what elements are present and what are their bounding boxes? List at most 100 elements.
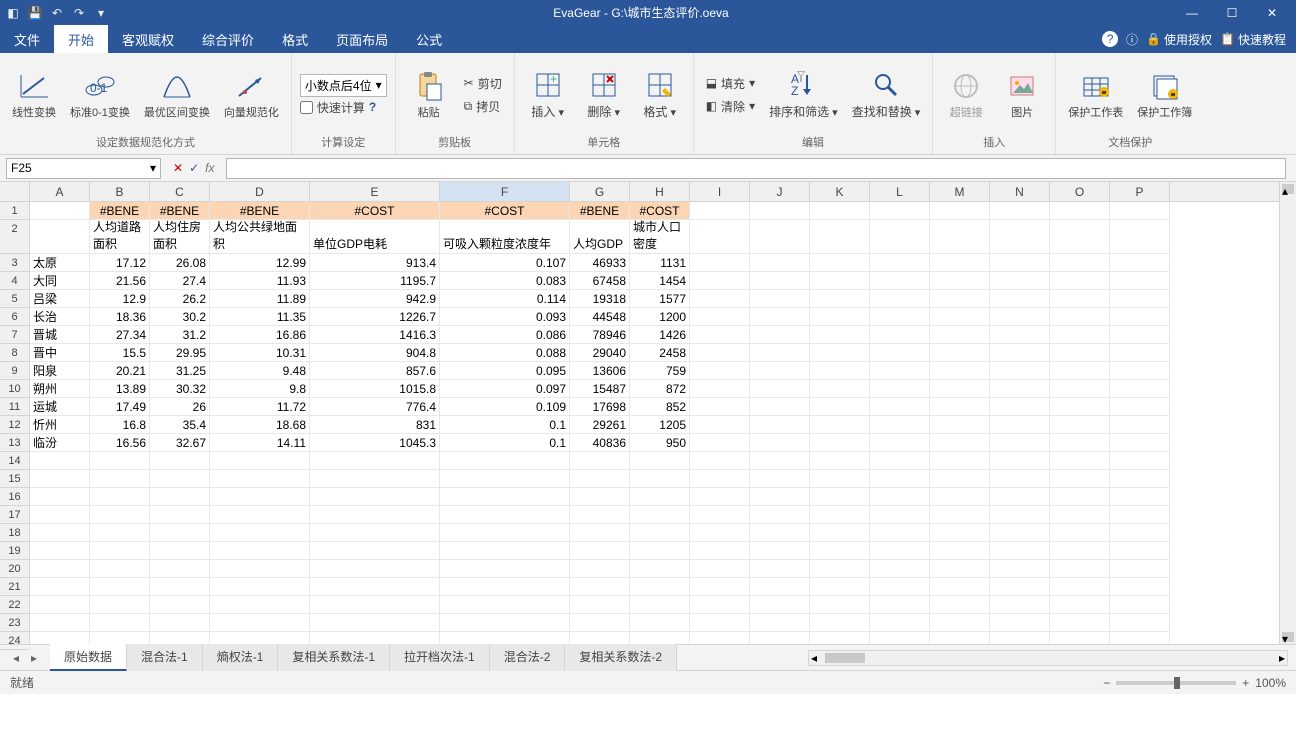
cell[interactable]: 晋中: [30, 344, 90, 362]
cell[interactable]: [690, 506, 750, 524]
cell[interactable]: [930, 344, 990, 362]
cell[interactable]: [90, 488, 150, 506]
cell[interactable]: 1226.7: [310, 308, 440, 326]
cell[interactable]: [750, 434, 810, 452]
cell[interactable]: [30, 614, 90, 632]
accept-formula-icon[interactable]: ✓: [189, 161, 199, 175]
row-header-3[interactable]: 3: [0, 254, 29, 272]
cell[interactable]: [210, 578, 310, 596]
cell[interactable]: [870, 524, 930, 542]
cell[interactable]: [870, 344, 930, 362]
cell[interactable]: [870, 362, 930, 380]
cell[interactable]: [690, 416, 750, 434]
row-header-1[interactable]: 1: [0, 202, 29, 220]
cell[interactable]: [870, 614, 930, 632]
cell[interactable]: [990, 578, 1050, 596]
cell[interactable]: [570, 560, 630, 578]
row-header-6[interactable]: 6: [0, 308, 29, 326]
cell[interactable]: [30, 578, 90, 596]
cell[interactable]: 29.95: [150, 344, 210, 362]
zoom-control[interactable]: − + 100%: [1103, 676, 1286, 690]
row-header-20[interactable]: 20: [0, 560, 29, 578]
cell[interactable]: [750, 560, 810, 578]
cell[interactable]: 人均道路面积: [90, 220, 150, 254]
row-header-19[interactable]: 19: [0, 542, 29, 560]
cell[interactable]: [210, 488, 310, 506]
cell[interactable]: [930, 362, 990, 380]
cell[interactable]: [750, 202, 810, 220]
cell[interactable]: [440, 488, 570, 506]
cell[interactable]: 0.097: [440, 380, 570, 398]
cell[interactable]: [570, 632, 630, 644]
cell[interactable]: [750, 254, 810, 272]
row-header-4[interactable]: 4: [0, 272, 29, 290]
cell[interactable]: [1050, 488, 1110, 506]
vector-normalize-button[interactable]: 向量规范化: [220, 68, 283, 122]
row-header-13[interactable]: 13: [0, 434, 29, 452]
cell[interactable]: [90, 542, 150, 560]
cell[interactable]: [440, 578, 570, 596]
cell[interactable]: [990, 272, 1050, 290]
cell[interactable]: 904.8: [310, 344, 440, 362]
row-header-17[interactable]: 17: [0, 506, 29, 524]
cell[interactable]: [810, 380, 870, 398]
cell[interactable]: [440, 632, 570, 644]
cell[interactable]: [810, 326, 870, 344]
cell[interactable]: 35.4: [150, 416, 210, 434]
cell[interactable]: 0.086: [440, 326, 570, 344]
cell[interactable]: 城市人口密度: [630, 220, 690, 254]
col-header-B[interactable]: B: [90, 182, 150, 201]
cell[interactable]: [150, 470, 210, 488]
cell[interactable]: [870, 254, 930, 272]
cell[interactable]: 27.34: [90, 326, 150, 344]
cell[interactable]: 16.8: [90, 416, 150, 434]
cell[interactable]: [990, 202, 1050, 220]
col-header-O[interactable]: O: [1050, 182, 1110, 201]
sheet-tab-6[interactable]: 复相关系数法-2: [565, 644, 677, 671]
col-header-I[interactable]: I: [690, 182, 750, 201]
cell[interactable]: 17698: [570, 398, 630, 416]
cell[interactable]: [750, 488, 810, 506]
optimal-interval-button[interactable]: 最优区间变换: [140, 68, 214, 122]
cell[interactable]: [690, 272, 750, 290]
cell[interactable]: [750, 344, 810, 362]
format-cells-button[interactable]: 格式 ▾: [635, 67, 685, 122]
cut-button[interactable]: ✂剪切: [460, 73, 506, 94]
cell[interactable]: [990, 452, 1050, 470]
cell[interactable]: [990, 488, 1050, 506]
cell[interactable]: [630, 542, 690, 560]
cell[interactable]: [310, 470, 440, 488]
cell[interactable]: 16.86: [210, 326, 310, 344]
cell[interactable]: [870, 560, 930, 578]
cell[interactable]: [990, 362, 1050, 380]
cell[interactable]: [990, 506, 1050, 524]
cell[interactable]: [870, 380, 930, 398]
cell[interactable]: 44548: [570, 308, 630, 326]
cell[interactable]: 31.2: [150, 326, 210, 344]
zoom-level[interactable]: 100%: [1255, 676, 1286, 690]
cell[interactable]: [570, 452, 630, 470]
cell[interactable]: 临汾: [30, 434, 90, 452]
cell[interactable]: [690, 326, 750, 344]
find-replace-button[interactable]: 查找和替换 ▾: [848, 67, 925, 122]
name-box[interactable]: F25▾: [6, 158, 161, 179]
cell[interactable]: [750, 272, 810, 290]
cell[interactable]: [750, 362, 810, 380]
col-header-M[interactable]: M: [930, 182, 990, 201]
cell[interactable]: #COST: [440, 202, 570, 220]
qat-dropdown-icon[interactable]: ▾: [92, 6, 110, 20]
cell[interactable]: [870, 202, 930, 220]
fill-button[interactable]: ⬓填充 ▾: [702, 73, 759, 94]
cell[interactable]: 11.72: [210, 398, 310, 416]
cell[interactable]: [870, 398, 930, 416]
cell[interactable]: #BENE: [150, 202, 210, 220]
cell[interactable]: [750, 542, 810, 560]
cell[interactable]: [90, 506, 150, 524]
row-header-7[interactable]: 7: [0, 326, 29, 344]
sort-filter-button[interactable]: AZ排序和筛选 ▾: [765, 67, 842, 122]
row-header-8[interactable]: 8: [0, 344, 29, 362]
cancel-formula-icon[interactable]: ✕: [173, 161, 183, 175]
col-header-A[interactable]: A: [30, 182, 90, 201]
cell[interactable]: [1050, 452, 1110, 470]
cell[interactable]: [30, 524, 90, 542]
